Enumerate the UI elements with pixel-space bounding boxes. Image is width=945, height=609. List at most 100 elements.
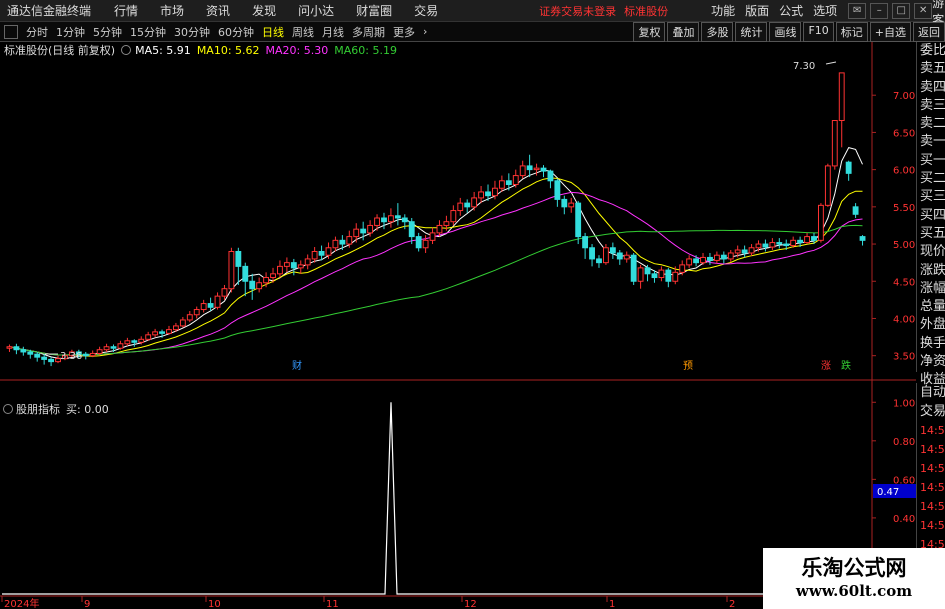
- close-icon[interactable]: ✕: [914, 2, 933, 19]
- candle-body-43: [304, 258, 311, 266]
- menu-wealth[interactable]: 财富圈: [345, 2, 403, 19]
- watermark-title: 乐淘公式网: [801, 556, 907, 580]
- menu-market[interactable]: 市场: [149, 2, 195, 19]
- period-15min[interactable]: 15分钟: [126, 24, 170, 40]
- statistics-button[interactable]: 统计: [735, 21, 768, 42]
- candle-body-85: [596, 258, 602, 264]
- multi-stock-button[interactable]: 多股: [701, 21, 734, 42]
- candle-body-87: [609, 247, 616, 254]
- candle-109: [762, 239, 769, 252]
- marker-fall[interactable]: 跌: [841, 359, 851, 372]
- minimize-icon[interactable]: –: [870, 2, 889, 19]
- candle-body-102: [713, 254, 720, 261]
- candle-108: [755, 240, 762, 252]
- side2-item-1[interactable]: 交易: [917, 402, 945, 421]
- candle-body-15: [110, 346, 117, 349]
- menu-ask[interactable]: 问小达: [287, 2, 345, 19]
- period-5min[interactable]: 5分钟: [89, 24, 126, 40]
- candle-body-91: [637, 267, 644, 282]
- candle-27: [193, 306, 200, 319]
- candle-body-118: [824, 165, 831, 206]
- period-daily[interactable]: 日线: [258, 24, 288, 40]
- menu-formula[interactable]: 公式: [774, 2, 808, 19]
- candle-body-90: [630, 254, 637, 282]
- restore-rights-button[interactable]: 复权: [633, 21, 666, 42]
- menu-functions[interactable]: 功能: [706, 2, 740, 19]
- y-tick-label-4: 5.00: [893, 240, 915, 251]
- menu-discover[interactable]: 发现: [241, 2, 287, 19]
- candle-body-97: [679, 264, 686, 273]
- candle-body-73: [512, 175, 519, 186]
- candle-body-113: [790, 239, 797, 247]
- candle-97: [679, 260, 686, 276]
- period-more[interactable]: 更多: [389, 24, 419, 40]
- add-favorite-button[interactable]: +自选: [869, 21, 911, 42]
- period-multi[interactable]: 多周期: [348, 24, 389, 40]
- menu-news[interactable]: 资讯: [195, 2, 241, 19]
- candle-6: [48, 357, 55, 367]
- x-tick-label-4: 12: [464, 599, 477, 609]
- indicator-name[interactable]: 股朋指标: [16, 401, 60, 417]
- side2-item-0[interactable]: 自动: [917, 383, 945, 402]
- y-tick-label-3: 5.50: [893, 203, 915, 214]
- menu-layout[interactable]: 版面: [740, 2, 774, 19]
- menu-options[interactable]: 选项: [808, 2, 842, 19]
- chart-title: 标准股份(日线 前复权): [4, 44, 116, 57]
- candle-36: [256, 277, 263, 293]
- period-1min[interactable]: 1分钟: [52, 24, 89, 40]
- menu-quotes[interactable]: 行情: [103, 2, 149, 19]
- candle-body-106: [741, 249, 748, 254]
- back-button[interactable]: 返回: [913, 21, 945, 42]
- candle-73: [512, 169, 519, 188]
- ma-lines: [9, 147, 863, 360]
- mark-button[interactable]: 标记: [835, 21, 868, 42]
- login-notice[interactable]: 证券交易未登录: [539, 3, 616, 19]
- candle-62: [436, 220, 443, 237]
- candle-121: [845, 160, 852, 181]
- period-30min[interactable]: 30分钟: [170, 24, 214, 40]
- candle-body-46: [325, 247, 332, 256]
- y-tick-label-6: 4.00: [893, 314, 915, 325]
- period-monthly[interactable]: 月线: [318, 24, 348, 40]
- period-weekly[interactable]: 周线: [288, 24, 318, 40]
- maximize-icon[interactable]: □: [892, 2, 911, 19]
- chevron-right-icon[interactable]: ›: [419, 25, 431, 38]
- candle-104: [727, 250, 734, 262]
- overlay-button[interactable]: 叠加: [667, 21, 700, 42]
- candle-body-27: [193, 309, 200, 316]
- candle-body-3: [27, 351, 34, 355]
- indicator-settings-icon[interactable]: [3, 404, 13, 414]
- ma10-line: [9, 177, 863, 357]
- candle-body-24: [172, 325, 179, 331]
- settings-circle-icon[interactable]: [121, 45, 132, 55]
- f10-button[interactable]: F10: [803, 21, 834, 42]
- candle-65: [457, 197, 464, 216]
- message-icon[interactable]: ✉: [848, 2, 867, 19]
- candle-body-56: [394, 215, 401, 219]
- candle-119: [831, 120, 838, 170]
- candle-13: [96, 346, 103, 355]
- main-chart-header: 标准股份(日线 前复权) MA5: 5.91 MA10: 5.62 MA20: …: [0, 42, 403, 58]
- candle-body-14: [103, 346, 110, 351]
- candle-92: [644, 264, 651, 282]
- menu-trade[interactable]: 交易: [403, 2, 449, 19]
- candle-body-25: [179, 319, 186, 327]
- candle-64: [450, 205, 457, 226]
- marker-rise[interactable]: 涨: [821, 360, 831, 372]
- candle-body-47: [332, 239, 339, 249]
- candle-body-67: [471, 197, 478, 208]
- candle-body-63: [443, 221, 450, 226]
- panel-toggle-icon[interactable]: [4, 24, 18, 39]
- marker-finance[interactable]: 财: [292, 359, 302, 372]
- candle-55: [387, 208, 394, 228]
- marker-forecast[interactable]: 预: [683, 360, 693, 372]
- period-tick[interactable]: 分时: [22, 24, 52, 40]
- candle-body-77: [540, 167, 547, 172]
- period-60min[interactable]: 60分钟: [214, 24, 258, 40]
- candle-52: [367, 220, 374, 237]
- candle-86: [602, 244, 609, 265]
- draw-line-button[interactable]: 画线: [769, 21, 802, 42]
- candle-34: [242, 262, 249, 297]
- candle-105: [734, 245, 741, 258]
- kline-chart[interactable]: 7.006.506.005.505.004.504.003.502024年 9 10…: [0, 0, 945, 609]
